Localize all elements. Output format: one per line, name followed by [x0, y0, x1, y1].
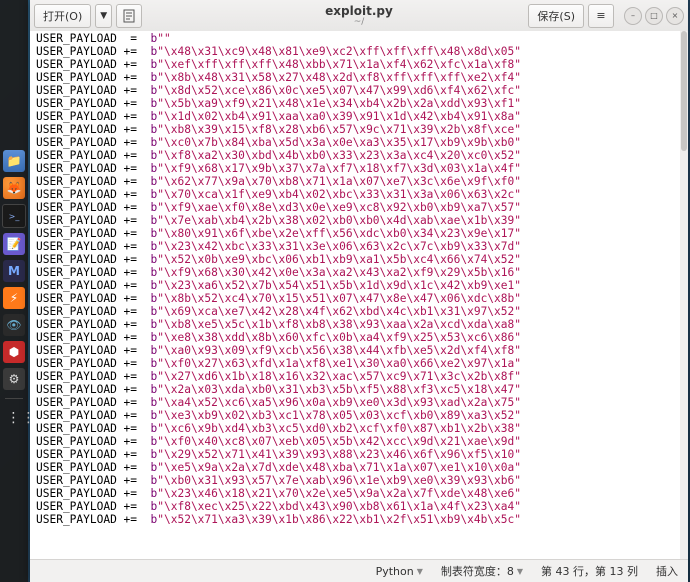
code-line: USER_PAYLOAD += b"\xc6\x9b\xd4\xb3\xc5\x… — [36, 422, 682, 435]
code-line: USER_PAYLOAD += b"\xf9\xae\xf0\x8e\xd3\x… — [36, 201, 682, 214]
apps-icon[interactable]: ⋮⋮⋮ — [3, 407, 25, 429]
status-mode: 插入 — [656, 563, 678, 579]
code-line: USER_PAYLOAD += b"\xf8\xa2\x30\xbd\x4b\x… — [36, 149, 682, 162]
code-line: USER_PAYLOAD += b"\xc0\x7b\x84\xba\x5d\x… — [36, 136, 682, 149]
code-line: USER_PAYLOAD += b"\xa4\x52\xc6\xa5\x96\x… — [36, 396, 682, 409]
code-line: USER_PAYLOAD += b"\xb8\x39\x15\xf8\x28\x… — [36, 123, 682, 136]
code-line: USER_PAYLOAD += b"\x52\x0b\xe9\xbc\x06\x… — [36, 253, 682, 266]
chevron-down-icon: ▼ — [417, 567, 423, 576]
new-doc-button[interactable] — [116, 4, 142, 28]
code-line: USER_PAYLOAD += b"\xa0\x93\x09\xf9\xcb\x… — [36, 344, 682, 357]
hamburger-icon: ≡ — [596, 9, 605, 22]
status-tabwidth[interactable]: 制表符宽度：8▼ — [441, 563, 523, 579]
code-line: USER_PAYLOAD += b"\x8b\x52\xc4\x70\x15\x… — [36, 292, 682, 305]
maximize-button[interactable]: □ — [645, 7, 663, 25]
vertical-scrollbar[interactable] — [680, 31, 688, 560]
save-button-label: 保存(S) — [537, 8, 575, 24]
minimize-button[interactable]: – — [624, 7, 642, 25]
save-button[interactable]: 保存(S) — [528, 4, 584, 28]
menu-button[interactable]: ≡ — [588, 4, 614, 28]
code-line: USER_PAYLOAD += b"\x2a\x03\xda\xb0\x31\x… — [36, 383, 682, 396]
new-doc-icon — [123, 9, 135, 23]
open-button-label: 打开(O) — [43, 8, 82, 24]
chevron-down-icon: ▼ — [517, 567, 523, 576]
status-position: 第 43 行，第 13 列 — [541, 563, 638, 579]
code-line: USER_PAYLOAD += b"\x23\x42\xbc\x33\x31\x… — [36, 240, 682, 253]
code-line: USER_PAYLOAD += b"\xb8\xe5\x5c\x1b\xf8\x… — [36, 318, 682, 331]
burp-icon[interactable]: ⬢ — [3, 341, 25, 363]
code-line: USER_PAYLOAD += b"\x69\xca\xe7\x42\x28\x… — [36, 305, 682, 318]
zap-icon[interactable]: ⚡ — [3, 287, 25, 309]
code-line: USER_PAYLOAD += b"\xf9\x68\x17\x9b\x37\x… — [36, 162, 682, 175]
open-dropdown[interactable]: ▼ — [95, 4, 112, 28]
code-line: USER_PAYLOAD += b"\xe5\x9a\x2a\x7d\xde\x… — [36, 461, 682, 474]
desktop: FREEBUF 📁🦊>_📝M⚡👁⬢⚙⋮⋮⋮ 打开(O) ▼ exploit.py… — [0, 0, 690, 582]
settings-icon[interactable]: ⚙ — [3, 368, 25, 390]
code-line: USER_PAYLOAD += b"\x23\xa6\x52\x7b\x54\x… — [36, 279, 682, 292]
titlebar: 打开(O) ▼ exploit.py ~/ 保存(S) ≡ – □ × — [30, 0, 688, 32]
maximize-icon: □ — [650, 11, 658, 20]
files-icon[interactable]: 📁 — [3, 150, 25, 172]
code-line: USER_PAYLOAD += b"\x48\x31\xc9\x48\x81\x… — [36, 45, 682, 58]
gedit-icon[interactable]: 📝 — [3, 233, 25, 255]
code-line: USER_PAYLOAD += b"\x70\xca\x1f\xe9\xb4\x… — [36, 188, 682, 201]
code-line: USER_PAYLOAD += b"\x8b\x48\x31\x58\x27\x… — [36, 71, 682, 84]
minimize-icon: – — [631, 11, 635, 20]
code-line: USER_PAYLOAD += b"\x62\x77\x9a\x70\xb8\x… — [36, 175, 682, 188]
code-line: USER_PAYLOAD += b"\xe8\x38\xdd\x8b\x60\x… — [36, 331, 682, 344]
code-line: USER_PAYLOAD += b"\x8d\x52\xce\x86\x0c\x… — [36, 84, 682, 97]
scrollbar-thumb[interactable] — [681, 31, 687, 151]
msf-icon[interactable]: M — [3, 260, 25, 282]
close-icon: × — [672, 11, 679, 20]
code-line: USER_PAYLOAD += b"\x52\x71\xa3\x39\x1b\x… — [36, 513, 682, 526]
code-line: USER_PAYLOAD += b"\xe3\xb9\x02\xb3\xc1\x… — [36, 409, 682, 422]
code-line: USER_PAYLOAD += b"\x7e\xab\xb4\x2b\x38\x… — [36, 214, 682, 227]
code-line: USER_PAYLOAD += b"\xf0\x40\xc8\x07\xeb\x… — [36, 435, 682, 448]
code-line: USER_PAYLOAD += b"\x80\x91\x6f\xbe\x2e\x… — [36, 227, 682, 240]
status-language[interactable]: Python▼ — [376, 565, 423, 578]
eye-icon[interactable]: 👁 — [3, 314, 25, 336]
code-line: USER_PAYLOAD += b"\x23\x46\x18\x21\x70\x… — [36, 487, 682, 500]
statusbar: Python▼ 制表符宽度：8▼ 第 43 行，第 13 列 插入 — [30, 559, 688, 582]
code-line: USER_PAYLOAD += b"\xf0\x27\x63\xfd\x1a\x… — [36, 357, 682, 370]
terminal-icon[interactable]: >_ — [2, 204, 26, 228]
code-line: USER_PAYLOAD += b"\x27\xd6\x1b\x18\x16\x… — [36, 370, 682, 383]
code-line: USER_PAYLOAD += b"\xf8\xec\x25\x22\xbd\x… — [36, 500, 682, 513]
code-line: USER_PAYLOAD = b"" — [36, 32, 682, 45]
code-line: USER_PAYLOAD += b"\x29\x52\x71\x41\x39\x… — [36, 448, 682, 461]
code-line: USER_PAYLOAD += b"\x1d\x02\xb4\x91\xaa\x… — [36, 110, 682, 123]
editor-window: 打开(O) ▼ exploit.py ~/ 保存(S) ≡ – □ × — [30, 0, 688, 582]
open-button[interactable]: 打开(O) — [34, 4, 91, 28]
code-line: USER_PAYLOAD += b"\xf9\x68\x30\x42\x0e\x… — [36, 266, 682, 279]
code-line: USER_PAYLOAD += b"\xb0\x31\x93\x57\x7e\x… — [36, 474, 682, 487]
code-area[interactable]: USER_PAYLOAD = b""USER_PAYLOAD += b"\x48… — [30, 31, 688, 560]
close-button[interactable]: × — [666, 7, 684, 25]
code-content: USER_PAYLOAD = b""USER_PAYLOAD += b"\x48… — [30, 31, 688, 527]
code-line: USER_PAYLOAD += b"\xef\xff\xff\xff\x48\x… — [36, 58, 682, 71]
code-line: USER_PAYLOAD += b"\x5b\xa9\xf9\x21\x48\x… — [36, 97, 682, 110]
firefox-icon[interactable]: 🦊 — [3, 177, 25, 199]
dock: 📁 🦊 >_ 📝 M ⚡ 👁 ⬢ ⚙ ⋮⋮⋮ — [0, 0, 28, 582]
